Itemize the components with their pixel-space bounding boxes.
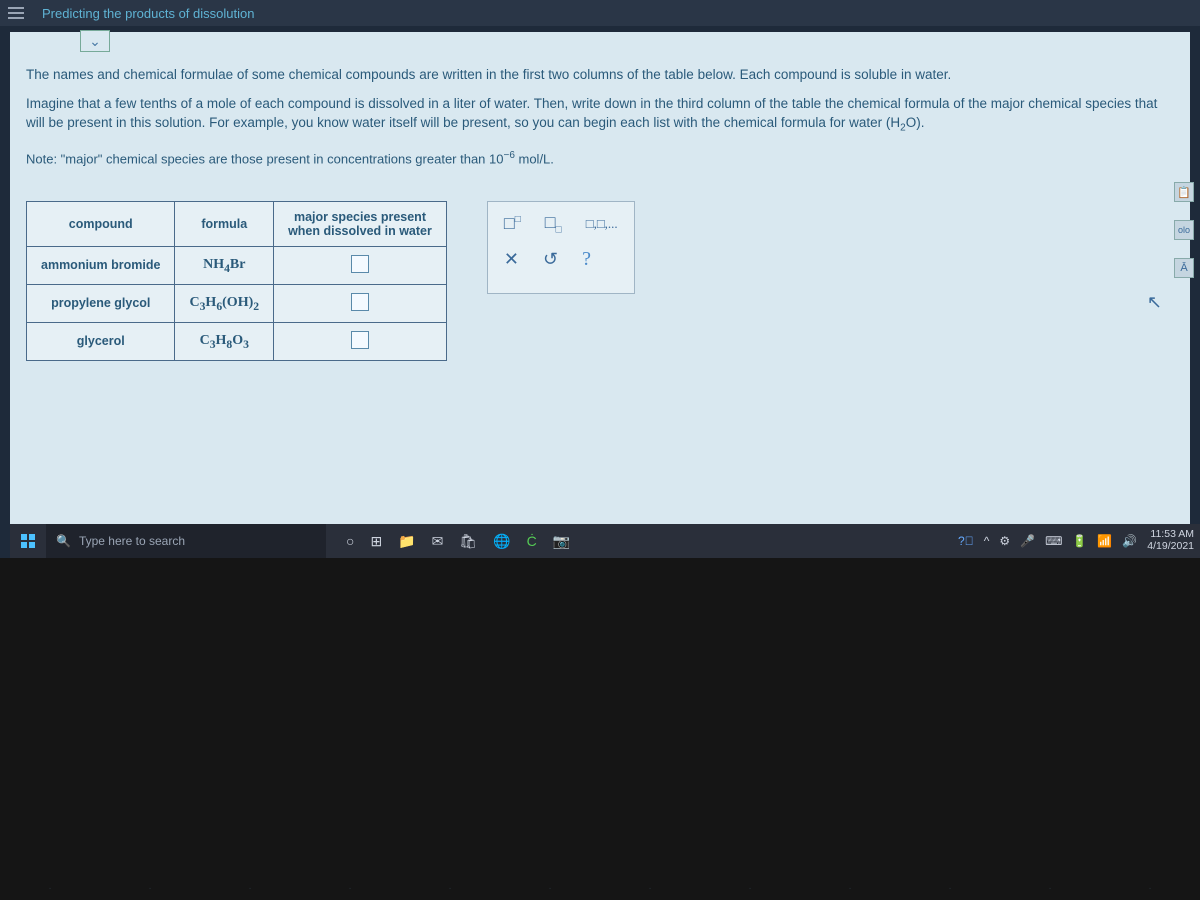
table-row: glycerol C3H8O3 bbox=[27, 322, 447, 360]
undo-button[interactable]: ↺ bbox=[543, 249, 558, 270]
help-button[interactable]: ? bbox=[582, 248, 591, 271]
instructions-p2: Imagine that a few tenths of a mole of e… bbox=[26, 95, 1174, 136]
instructions-p1: The names and chemical formulae of some … bbox=[26, 66, 1174, 85]
species-input[interactable] bbox=[351, 255, 369, 273]
clock[interactable]: 11:53 AM 4/19/2021 bbox=[1147, 529, 1194, 552]
calculator-icon[interactable]: 📋 bbox=[1174, 182, 1194, 202]
wifi-icon[interactable]: 📶 bbox=[1097, 534, 1112, 548]
right-tool-strip: 📋 olo Ā bbox=[1174, 182, 1194, 278]
desk-area: ············ bbox=[0, 558, 1200, 900]
superscript-button[interactable]: □□ bbox=[504, 213, 521, 234]
clear-button[interactable]: ✕ bbox=[504, 249, 519, 270]
collapse-chevron-icon[interactable]: ⌄ bbox=[80, 30, 110, 52]
settings-tray-icon[interactable]: ⚙ bbox=[999, 534, 1010, 548]
cursor-icon: ↖ bbox=[1147, 292, 1162, 313]
taskbar-apps: ○ ⊞ 📁 ✉ 🛍 🌐 Ċ 📷 bbox=[346, 533, 570, 550]
store-icon[interactable]: 🛍 bbox=[459, 533, 477, 550]
explorer-icon[interactable]: 📁 bbox=[398, 533, 415, 550]
species-input[interactable] bbox=[351, 293, 369, 311]
list-button[interactable]: □,□,... bbox=[586, 216, 618, 232]
note-text: Note: "major" chemical species are those… bbox=[26, 149, 554, 169]
formula-cell: C3H6(OH)2 bbox=[175, 284, 274, 322]
top-bar: Predicting the products of dissolution bbox=[0, 0, 1200, 26]
table-row: propylene glycol C3H6(OH)2 bbox=[27, 284, 447, 322]
col-formula: formula bbox=[175, 201, 274, 246]
formula-cell: NH4Br bbox=[175, 246, 274, 284]
app-icon[interactable]: Ċ bbox=[527, 533, 537, 549]
content-panel: ⌄ The names and chemical formulae of som… bbox=[10, 32, 1190, 540]
taskview-icon[interactable]: ⊞ bbox=[370, 533, 382, 550]
mail-icon[interactable]: ✉ bbox=[432, 533, 444, 550]
species-input[interactable] bbox=[351, 331, 369, 349]
page-title: Predicting the products of dissolution bbox=[42, 6, 254, 21]
keyboard-icon[interactable]: ⌨ bbox=[1045, 534, 1062, 548]
search-input[interactable]: 🔍 Type here to search bbox=[46, 524, 326, 558]
start-button[interactable] bbox=[10, 524, 46, 558]
camera-icon[interactable]: 📷 bbox=[553, 533, 570, 550]
help-tray-icon[interactable]: ?⃝ bbox=[958, 534, 974, 548]
volume-icon[interactable]: 🔊 bbox=[1122, 534, 1137, 548]
text-tool-icon[interactable]: Ā bbox=[1174, 258, 1194, 278]
col-species: major species present when dissolved in … bbox=[274, 201, 447, 246]
edge-icon[interactable]: 🌐 bbox=[493, 533, 510, 550]
instructions-block: The names and chemical formulae of some … bbox=[26, 66, 1174, 179]
menu-icon[interactable] bbox=[8, 7, 24, 19]
app-window: Predicting the products of dissolution ⌄… bbox=[0, 0, 1200, 558]
formula-cell: C3H8O3 bbox=[175, 322, 274, 360]
periodic-table-icon[interactable]: olo bbox=[1174, 220, 1194, 240]
windows-icon bbox=[21, 534, 35, 548]
keyboard-glow: ············ bbox=[0, 883, 1200, 894]
battery-icon[interactable]: 🔋 bbox=[1072, 534, 1087, 548]
system-tray: ?⃝ ^ ⚙ 🎤 ⌨ 🔋 📶 🔊 11:53 AM 4/19/2021 bbox=[958, 529, 1200, 552]
compound-table: compound formula major species present w… bbox=[26, 201, 447, 361]
cortana-icon[interactable]: ○ bbox=[346, 533, 354, 549]
format-tool-panel: □□ □□ □,□,... ✕ ↺ ? bbox=[487, 201, 635, 294]
subscript-button[interactable]: □□ bbox=[545, 212, 562, 236]
taskbar: 🔍 Type here to search ○ ⊞ 📁 ✉ 🛍 🌐 Ċ 📷 ?⃝… bbox=[10, 524, 1200, 558]
table-row: ammonium bromide NH4Br bbox=[27, 246, 447, 284]
mic-icon[interactable]: 🎤 bbox=[1020, 534, 1035, 548]
chevron-up-icon[interactable]: ^ bbox=[984, 534, 990, 548]
col-compound: compound bbox=[27, 201, 175, 246]
search-icon: 🔍 bbox=[56, 534, 71, 548]
